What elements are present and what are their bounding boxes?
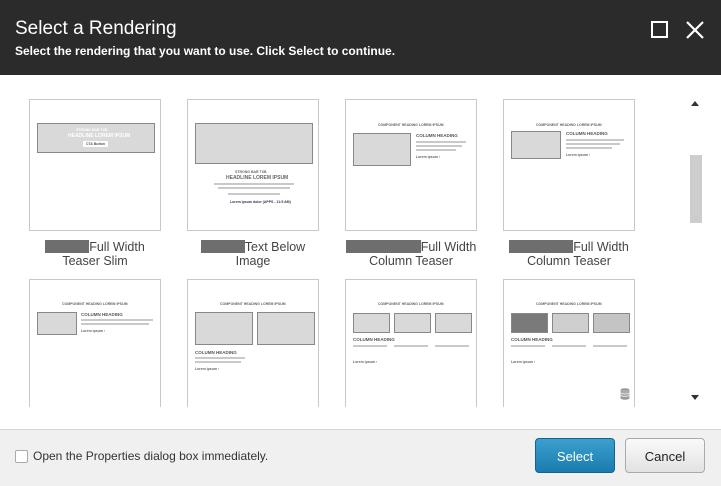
rendering-tile-column-teaser-2[interactable]: COMPONENT HEADING LOREM IPSUM COLUMN HEA…	[187, 279, 319, 407]
preview-image	[593, 313, 630, 333]
dialog-footer: Open the Properties dialog box immediate…	[0, 429, 721, 486]
rendering-tile-full-width-column-teaser-2[interactable]: COMPONENT HEADING LOREM IPSUM COLUMN HEA…	[503, 99, 635, 231]
cancel-button[interactable]: Cancel	[625, 438, 705, 473]
preview-heading: COMPONENT HEADING LOREM IPSUM	[536, 302, 602, 306]
vertical-scrollbar[interactable]	[686, 97, 704, 407]
preview-link: Lorem ipsum ›	[566, 153, 591, 157]
preview-heading: COMPONENT HEADING LOREM IPSUM	[536, 123, 602, 127]
close-button[interactable]	[683, 18, 707, 42]
preview-column-heading: COLUMN HEADING	[511, 337, 553, 342]
preview-link: Lorem ipsum ›	[81, 329, 106, 333]
preview-cta: CTA Button	[83, 141, 109, 147]
preview-link: Lorem ipsum dolor (APPS - 11:5 AM)	[230, 200, 291, 204]
dialog-title: Select a Rendering	[15, 18, 177, 39]
preview-image	[511, 131, 561, 159]
preview-heading: COMPONENT HEADING LOREM IPSUM	[378, 123, 444, 127]
preview-heading: COMPONENT HEADING LOREM IPSUM	[62, 302, 128, 306]
preview-image	[435, 313, 472, 333]
preview-link: Lorem ipsum ›	[511, 360, 536, 364]
preview-headline: HEADLINE LOREM IPSUM	[226, 175, 289, 181]
renderings-gallery: STRONG BAR TXB HEADLINE LOREM IPSUM CTA …	[0, 75, 721, 429]
select-button[interactable]: Select	[535, 438, 615, 473]
maximize-icon	[651, 21, 668, 38]
preview-headline: HEADLINE LOREM IPSUM	[68, 133, 131, 139]
preview-column-heading: COLUMN HEADING	[195, 350, 237, 355]
rendering-tile-column-teaser-1[interactable]: COMPONENT HEADING LOREM IPSUM COLUMN HEA…	[29, 279, 161, 407]
scroll-thumb[interactable]	[690, 155, 702, 223]
preview-image	[195, 123, 313, 164]
preview-heading: COMPONENT HEADING LOREM IPSUM	[220, 302, 286, 306]
rendering-tile-full-width-column-teaser[interactable]: COMPONENT HEADING LOREM IPSUM COLUMN HEA…	[345, 99, 477, 231]
preview-image	[353, 133, 411, 166]
preview-column-heading: COLUMN HEADING	[566, 131, 608, 136]
rendering-tile-column-teaser-3[interactable]: COMPONENT HEADING LOREM IPSUM COLUMN HEA…	[345, 279, 477, 407]
rendering-caption: Text Below Image	[173, 240, 333, 268]
rendering-tile-column-teaser-images[interactable]: COMPONENT HEADING LOREM IPSUM COLUMN HEA…	[503, 279, 635, 407]
preview-image	[353, 313, 390, 333]
rendering-caption: Full Width Column Teaser	[331, 240, 491, 268]
preview-eyebrow: STRONG BAR TXB	[235, 170, 267, 174]
redacted-text	[200, 240, 245, 253]
preview-column-heading: COLUMN HEADING	[353, 337, 395, 342]
rendering-caption: Full Width Column Teaser	[489, 240, 649, 268]
preview-image	[37, 312, 77, 335]
maximize-button[interactable]	[648, 18, 672, 42]
preview-image	[394, 313, 431, 333]
scroll-up-icon[interactable]	[691, 101, 699, 106]
rendering-tile-full-width-teaser-slim[interactable]: STRONG BAR TXB HEADLINE LOREM IPSUM CTA …	[29, 99, 161, 231]
rendering-tile-text-below-image[interactable]: STRONG BAR TXB HEADLINE LOREM IPSUM Lore…	[187, 99, 319, 231]
preview-column-heading: COLUMN HEADING	[416, 133, 458, 138]
preview-image	[195, 312, 253, 345]
open-properties-checkbox[interactable]	[15, 450, 28, 463]
preview-image	[511, 313, 548, 333]
preview-image	[552, 313, 589, 333]
preview-heading: COMPONENT HEADING LOREM IPSUM	[378, 302, 444, 306]
preview-link: Lorem ipsum ›	[416, 155, 441, 159]
dialog-titlebar: Select a Rendering Select the rendering …	[0, 0, 721, 75]
redacted-text	[45, 240, 90, 253]
scroll-down-icon[interactable]	[691, 395, 699, 400]
preview-column-heading: COLUMN HEADING	[81, 312, 123, 317]
preview-link: Lorem ipsum ›	[353, 360, 378, 364]
redacted-text	[345, 240, 421, 253]
redacted-text	[509, 240, 574, 253]
dialog-subtitle: Select the rendering that you want to us…	[15, 44, 396, 58]
preview-link: Lorem ipsum ›	[195, 367, 220, 371]
close-icon	[686, 21, 704, 39]
open-properties-label[interactable]: Open the Properties dialog box immediate…	[33, 449, 268, 463]
preview-image	[257, 312, 315, 345]
database-icon	[620, 388, 630, 400]
preview-eyebrow: STRONG BAR TXB	[76, 128, 108, 132]
rendering-caption: Full Width Teaser Slim	[15, 240, 175, 268]
